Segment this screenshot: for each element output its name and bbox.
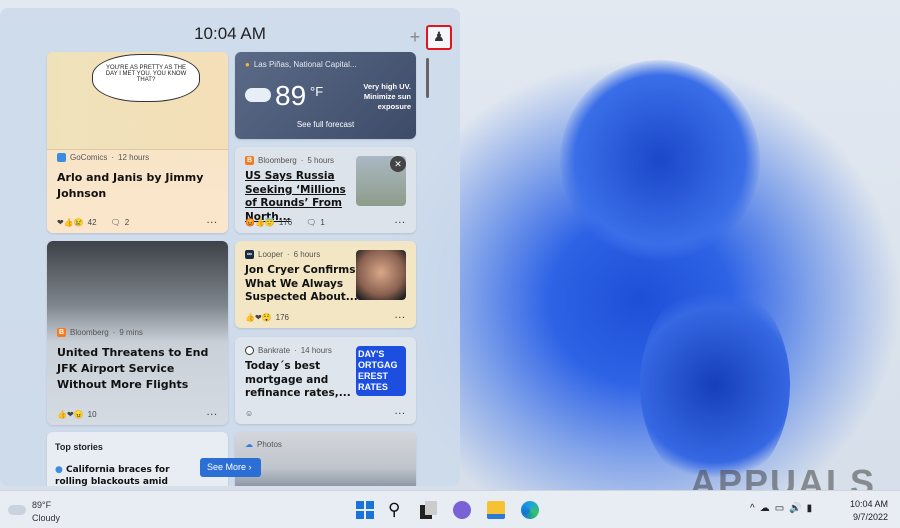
- taskbar-weather[interactable]: 89°F Cloudy: [8, 499, 60, 525]
- teams-chat-icon[interactable]: [453, 501, 471, 519]
- headline[interactable]: Jon Cryer Confirms What We Always Suspec…: [245, 264, 360, 305]
- more-options-button[interactable]: ···: [395, 409, 406, 418]
- bloomberg-icon: B: [245, 156, 254, 165]
- uv-alert[interactable]: Very high UV. Minimize sun exposure: [339, 82, 411, 112]
- partly-sunny-icon: ●: [245, 60, 250, 69]
- reactions-icon: 👍❤😠: [57, 410, 84, 419]
- weather-card[interactable]: ● Las Piñas, National Capital... 89 °F Ve…: [235, 52, 416, 139]
- photos-card[interactable]: ☁ Photos: [235, 432, 416, 486]
- cloud-icon: [8, 505, 26, 515]
- gocomics-icon: [57, 153, 66, 162]
- dismiss-button[interactable]: ✕: [390, 156, 406, 172]
- panel-time: 10:04 AM: [194, 24, 266, 43]
- edge-icon[interactable]: [521, 501, 539, 519]
- top-story-item[interactable]: ● California braces for rolling blackout…: [55, 464, 175, 486]
- task-view-icon[interactable]: [420, 501, 438, 519]
- news-card-looper[interactable]: ∞ Looper · 6 hours Jon Cryer Confirms What …: [235, 241, 416, 328]
- file-explorer-icon[interactable]: [487, 501, 505, 519]
- onedrive-icon: ☁: [245, 440, 253, 449]
- profile-button[interactable]: ♟: [426, 25, 452, 50]
- more-options-button[interactable]: ···: [207, 410, 218, 419]
- scrollbar[interactable]: [426, 58, 429, 98]
- add-widget-button[interactable]: +: [404, 25, 426, 49]
- taskbar: 89°F Cloudy ⚲ ^☁▭🔊▮ 10:04 AM 9/7/2022: [0, 490, 900, 528]
- headline[interactable]: Today´s best mortgage and refinance rate…: [245, 360, 360, 401]
- headline[interactable]: US Says Russia Seeking ‘Millions of Roun…: [245, 170, 360, 224]
- windows-start-icon[interactable]: [356, 501, 374, 519]
- widgets-panel: 10:04 AM + ♟ YOU'RE AS PRETTY AS THE DAY…: [0, 8, 460, 486]
- news-card-bankrate[interactable]: Bankrate · 14 hours Today´s best mortgage …: [235, 337, 416, 424]
- news-card-comic[interactable]: YOU'RE AS PRETTY AS THE DAY I MET YOU. Y…: [47, 52, 228, 233]
- plus-icon: +: [409, 27, 421, 47]
- person-icon: ♟: [433, 29, 445, 44]
- reactions-icon: 😡👍😇: [245, 218, 275, 227]
- comment-icon[interactable]: 🗨: [306, 218, 316, 227]
- reactions-icon: 👍❤😲: [245, 313, 272, 322]
- reactions-icon: ❤👍😢: [57, 218, 84, 227]
- clock[interactable]: 10:04 AM 9/7/2022: [850, 498, 888, 524]
- news-card-jfk[interactable]: B Bloomberg · 9 mins United Threatens to En…: [47, 241, 228, 425]
- looper-icon: ∞: [245, 250, 254, 259]
- see-more-button[interactable]: See More ›: [200, 458, 261, 477]
- bloomberg-icon: B: [57, 328, 66, 337]
- add-reaction-icon[interactable]: ☺: [245, 409, 253, 418]
- search-icon[interactable]: ⚲: [388, 501, 406, 519]
- see-full-forecast-link[interactable]: See full forecast: [235, 120, 416, 129]
- more-options-button[interactable]: ···: [395, 313, 406, 322]
- more-options-button[interactable]: ···: [207, 218, 218, 227]
- more-options-button[interactable]: ···: [395, 218, 406, 227]
- headline[interactable]: Arlo and Janis by Jimmy Johnson: [57, 170, 218, 202]
- system-tray[interactable]: ^☁▭🔊▮: [750, 503, 817, 514]
- article-thumbnail: DAY'S ORTGAG EREST RATES: [356, 346, 406, 396]
- headline[interactable]: United Threatens to End JFK Airport Serv…: [57, 345, 218, 393]
- cloud-icon: [245, 88, 271, 102]
- article-thumbnail: [356, 250, 406, 300]
- bankrate-icon: [245, 346, 254, 355]
- news-card-russia[interactable]: B Bloomberg · 5 hours US Says Russia Seekin…: [235, 147, 416, 233]
- comic-image: YOU'RE AS PRETTY AS THE DAY I MET YOU. Y…: [47, 52, 228, 150]
- comment-icon[interactable]: 🗨: [111, 218, 121, 227]
